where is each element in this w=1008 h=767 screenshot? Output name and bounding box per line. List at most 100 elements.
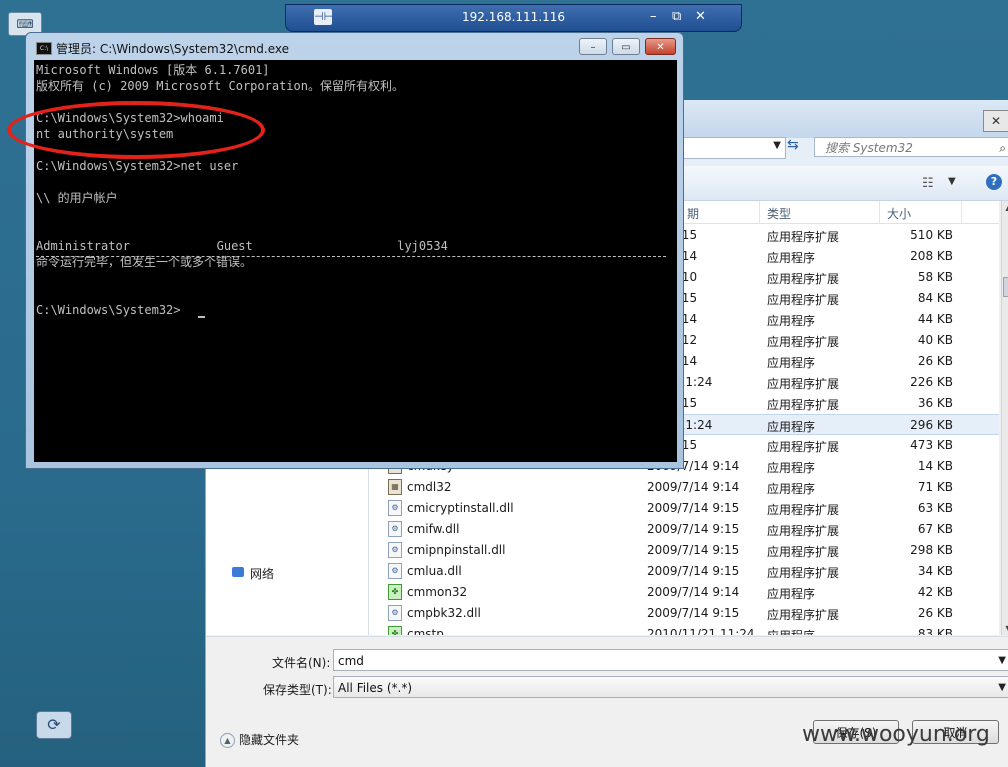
column-date[interactable]: 期 bbox=[687, 205, 699, 222]
dll-file-icon: ⚙ bbox=[388, 521, 402, 537]
file-size: 510 KB bbox=[910, 228, 953, 242]
cmd-window[interactable]: C:\ 管理员: C:\Windows\System32\cmd.exe – ▭… bbox=[25, 32, 684, 469]
file-size: 71 KB bbox=[917, 480, 953, 494]
refresh-desktop-icon[interactable]: ⟳ bbox=[36, 711, 72, 739]
file-size: 26 KB bbox=[917, 606, 953, 620]
file-type: 应用程序 bbox=[767, 314, 816, 328]
file-type: 应用程序扩展 bbox=[767, 377, 840, 391]
file-type: 应用程序 bbox=[767, 627, 815, 635]
filename-label: 文件名(N): bbox=[272, 656, 331, 670]
console-line: \\ 的用户帐户 bbox=[36, 191, 118, 205]
table-row[interactable]: ✤ cmmon32 2009/7/14 9:14 应用程序 42 KB bbox=[369, 582, 999, 603]
cmd-close-button[interactable]: ✕ bbox=[645, 38, 676, 55]
dll-file-icon: ⚙ bbox=[388, 500, 402, 516]
column-separator[interactable] bbox=[759, 201, 760, 223]
hide-folders-toggle[interactable]: ▲ 隐藏文件夹 bbox=[220, 731, 299, 748]
rdp-restore-button[interactable]: ⧉ bbox=[672, 9, 681, 24]
view-dropdown-icon[interactable]: ▼ bbox=[948, 176, 956, 187]
file-name: cmifw.dll bbox=[407, 522, 460, 536]
file-size: 63 KB bbox=[917, 501, 953, 515]
file-type: 应用程序扩展 bbox=[767, 230, 840, 244]
view-options-icon[interactable]: ☷ bbox=[922, 176, 934, 191]
scroll-down-icon[interactable]: ▼ bbox=[1002, 624, 1008, 633]
address-dropdown-icon[interactable]: ▼ bbox=[773, 140, 781, 151]
exe-file-icon: ▦ bbox=[388, 479, 402, 495]
cmd-window-title: 管理员: C:\Windows\System32\cmd.exe bbox=[56, 42, 289, 56]
file-size: 208 KB bbox=[910, 249, 953, 263]
column-separator[interactable] bbox=[879, 201, 880, 223]
highlight-ellipse bbox=[7, 101, 265, 159]
file-date: 2010/11/21 11:24 bbox=[647, 627, 755, 635]
file-type: 应用程序扩展 bbox=[767, 272, 840, 286]
network-icon bbox=[232, 567, 244, 577]
file-type: 应用程序扩展 bbox=[767, 335, 840, 349]
app-green-icon: ✤ bbox=[388, 584, 402, 600]
console-icon: C:\ bbox=[36, 42, 52, 55]
scroll-up-icon[interactable]: ▲ bbox=[1002, 203, 1008, 212]
filename-input[interactable]: cmd ▼ bbox=[333, 649, 1008, 671]
nav-item-network[interactable]: 网络 bbox=[250, 565, 274, 582]
file-name: cmdl32 bbox=[407, 480, 452, 494]
dialog-close-button[interactable]: ✕ bbox=[983, 110, 1008, 132]
file-type: 应用程序扩展 bbox=[767, 440, 840, 454]
file-type: 应用程序 bbox=[767, 420, 816, 434]
file-size: 226 KB bbox=[910, 375, 953, 389]
file-size: 34 KB bbox=[917, 564, 953, 578]
file-size: 58 KB bbox=[917, 270, 953, 284]
rdp-minimize-button[interactable]: – bbox=[650, 9, 657, 24]
console-line: Administrator Guest lyj0534 bbox=[36, 239, 448, 253]
search-icon[interactable]: ⌕ bbox=[999, 138, 1006, 158]
column-size[interactable]: 大小 bbox=[887, 205, 911, 222]
filename-value: cmd bbox=[338, 654, 364, 668]
search-input[interactable]: 搜索 System32 ⌕ bbox=[814, 137, 1008, 157]
address-bar[interactable]: ▼ bbox=[676, 137, 786, 159]
rdp-close-button[interactable]: ✕ bbox=[695, 9, 706, 24]
file-size: 83 KB bbox=[917, 627, 953, 635]
file-size: 67 KB bbox=[917, 522, 953, 536]
cmd-minimize-button[interactable]: – bbox=[579, 38, 607, 55]
file-date: 2009/7/14 9:14 bbox=[647, 585, 740, 599]
file-name: cmstp bbox=[407, 627, 444, 635]
file-size: 473 KB bbox=[910, 438, 953, 452]
table-row[interactable]: ⚙ cmicryptinstall.dll 2009/7/14 9:15 应用程序扩展… bbox=[369, 498, 999, 519]
file-size: 26 KB bbox=[917, 354, 953, 368]
file-type: 应用程序扩展 bbox=[767, 293, 840, 307]
vertical-scrollbar[interactable]: ▲ ▼ bbox=[1001, 201, 1008, 635]
chevron-up-icon: ▲ bbox=[220, 733, 235, 748]
cmd-maximize-button[interactable]: ▭ bbox=[612, 38, 640, 55]
filename-dropdown-icon[interactable]: ▼ bbox=[998, 650, 1006, 672]
file-name: cmpbk32.dll bbox=[407, 606, 481, 620]
console-cursor bbox=[198, 316, 205, 318]
file-type: 应用程序 bbox=[767, 356, 816, 370]
filetype-dropdown-icon[interactable]: ▼ bbox=[998, 677, 1006, 699]
table-row[interactable]: ⚙ cmifw.dll 2009/7/14 9:15 应用程序扩展 67 KB bbox=[369, 519, 999, 540]
refresh-icon[interactable]: ⇆ bbox=[787, 137, 799, 153]
column-separator[interactable] bbox=[961, 201, 962, 223]
help-icon[interactable]: ? bbox=[986, 174, 1002, 190]
file-size: 14 KB bbox=[917, 459, 953, 473]
console-line: 版权所有 (c) 2009 Microsoft Corporation。保留所有… bbox=[36, 79, 404, 93]
filetype-value: All Files (*.*) bbox=[338, 681, 413, 695]
table-row[interactable]: ⚙ cmlua.dll 2009/7/14 9:15 应用程序扩展 34 KB bbox=[369, 561, 999, 582]
file-type: 应用程序扩展 bbox=[767, 398, 840, 412]
file-date: 2009/7/14 9:15 bbox=[647, 564, 740, 578]
watermark: www.wooyun.org bbox=[802, 722, 990, 747]
file-size: 40 KB bbox=[917, 333, 953, 347]
table-row[interactable]: ▦ cmdl32 2009/7/14 9:14 应用程序 71 KB bbox=[369, 477, 999, 498]
file-date: 2009/7/14 9:14 bbox=[647, 480, 740, 494]
file-type: 应用程序 bbox=[767, 587, 816, 601]
console-line: Microsoft Windows [版本 6.1.7601] bbox=[36, 63, 270, 77]
file-type: 应用程序 bbox=[767, 461, 816, 475]
dialog-bottom-area: 文件名(N): cmd ▼ 保存类型(T): All Files (*.*) ▼ ▲… bbox=[206, 636, 1008, 767]
column-type[interactable]: 类型 bbox=[767, 205, 791, 222]
filetype-select[interactable]: All Files (*.*) ▼ bbox=[333, 676, 1008, 698]
table-row[interactable]: ⚙ cmipnpinstall.dll 2009/7/14 9:15 应用程序扩展 29… bbox=[369, 540, 999, 561]
file-type: 应用程序扩展 bbox=[767, 566, 840, 580]
file-date: 2009/7/14 9:15 bbox=[647, 501, 740, 515]
file-size: 44 KB bbox=[917, 312, 953, 326]
dll-file-icon: ⚙ bbox=[388, 563, 402, 579]
search-placeholder: 搜索 System32 bbox=[825, 141, 913, 155]
table-row[interactable]: ⚙ cmpbk32.dll 2009/7/14 9:15 应用程序扩展 26 KB bbox=[369, 603, 999, 624]
scrollbar-thumb[interactable] bbox=[1003, 277, 1008, 297]
table-row[interactable]: ✤ cmstp 2010/11/21 11:24 应用程序 83 KB bbox=[369, 624, 999, 635]
